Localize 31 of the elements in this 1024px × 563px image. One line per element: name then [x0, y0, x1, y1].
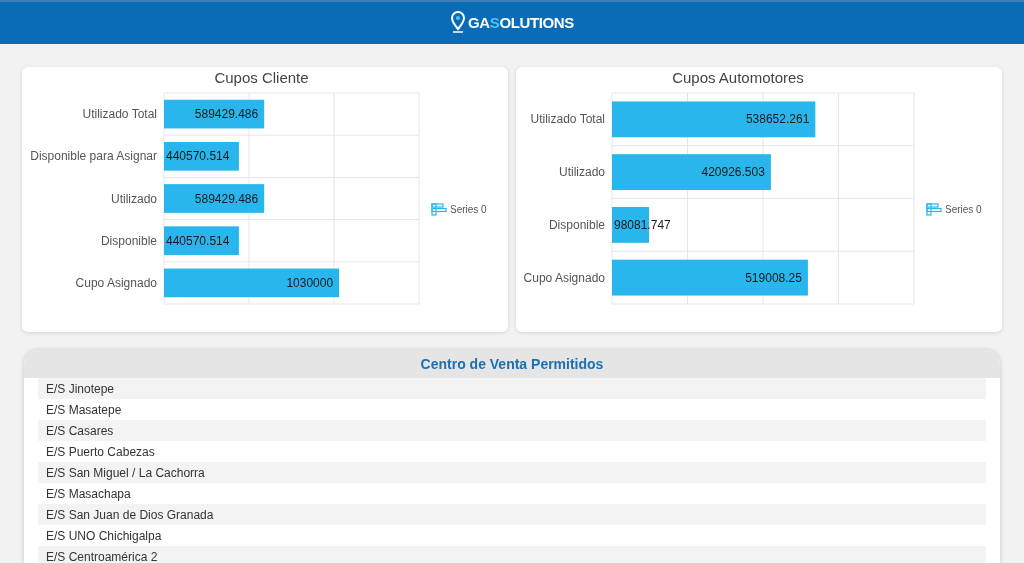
legend-icon — [926, 203, 942, 216]
category-label: Disponible — [100, 233, 157, 248]
category-label: Utilizado Total — [530, 112, 605, 127]
value-label: 440570.514 — [166, 149, 230, 164]
list-row: E/S Casares — [38, 420, 986, 441]
value-label: 519008.25 — [745, 270, 802, 285]
value-label: 589429.486 — [194, 107, 259, 122]
list-row: E/S San Miguel / La Cachorra — [38, 462, 986, 483]
category-label: Disponible — [548, 217, 605, 232]
panel-title: Centro de Venta Permitidos — [420, 354, 604, 374]
list-row: E/S Centroamérica 2 — [38, 546, 986, 563]
legend-label: Series 0 — [450, 204, 487, 215]
category-label: Cupo Asignado — [75, 275, 157, 290]
legend-label: Series 0 — [945, 204, 982, 215]
location-pin-icon — [450, 11, 467, 35]
value-label: 1030000 — [286, 275, 334, 290]
list-row: E/S Jinotepe — [38, 378, 986, 399]
value-label: 440570.514 — [166, 233, 230, 248]
category-label: Utilizado Total — [82, 107, 157, 122]
chart-title: Cupos Automotores — [672, 69, 804, 86]
value-label: 420926.503 — [701, 165, 765, 180]
category-label: Disponible para Asignar — [30, 149, 157, 164]
category-label: Utilizado — [558, 165, 605, 180]
legend-icon — [431, 203, 447, 216]
list-row: E/S San Juan de Dios Granada — [38, 504, 986, 525]
value-label: 589429.486 — [194, 191, 259, 206]
category-label: Utilizado — [110, 191, 157, 206]
chart-title: Cupos Cliente — [214, 69, 309, 86]
category-label: Cupo Asignado — [523, 270, 605, 285]
value-label: 538652.261 — [745, 112, 810, 127]
brand-logo-text: GASOLUTIONS — [468, 12, 574, 33]
